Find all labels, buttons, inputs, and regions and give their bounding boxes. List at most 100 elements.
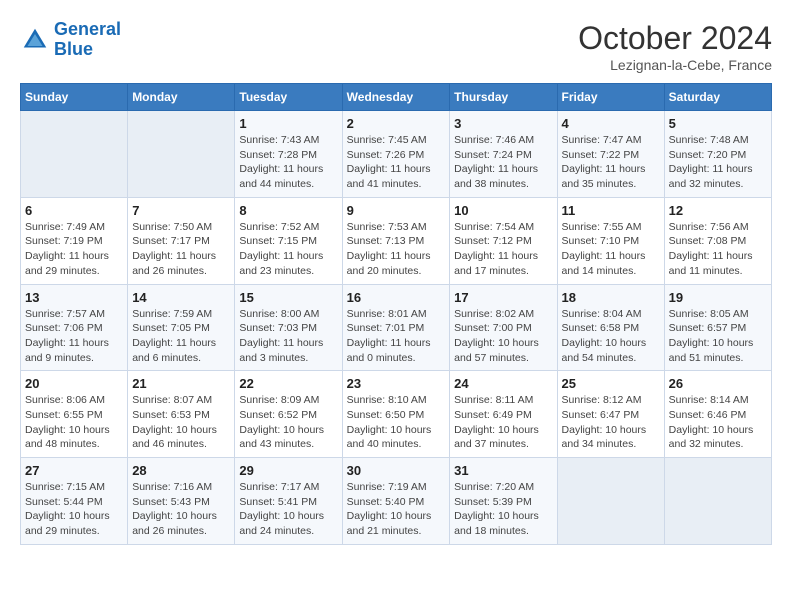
col-header-sunday: Sunday <box>21 84 128 111</box>
cell-info: Sunrise: 7:15 AMSunset: 5:44 PMDaylight:… <box>25 480 123 539</box>
day-number: 5 <box>669 116 767 131</box>
cell-info: Sunrise: 8:12 AMSunset: 6:47 PMDaylight:… <box>562 393 660 452</box>
day-number: 15 <box>239 290 337 305</box>
day-number: 31 <box>454 463 552 478</box>
cell-info: Sunrise: 7:57 AMSunset: 7:06 PMDaylight:… <box>25 307 123 366</box>
cell-info: Sunrise: 8:02 AMSunset: 7:00 PMDaylight:… <box>454 307 552 366</box>
calendar-cell: 17Sunrise: 8:02 AMSunset: 7:00 PMDayligh… <box>450 284 557 371</box>
week-row-5: 27 Sunrise: 7:15 AMSunset: 5:44 PMDayligh… <box>21 458 772 545</box>
cell-info: Sunrise: 7:20 AMSunset: 5:39 PMDaylight:… <box>454 480 552 539</box>
week-row-1: 1 Sunrise: 7:43 AMSunset: 7:28 PMDaylight… <box>21 111 772 198</box>
calendar-cell: 22 Sunrise: 8:09 AMSunset: 6:52 PMDayligh… <box>235 371 342 458</box>
day-number: 20 <box>25 376 123 391</box>
week-row-2: 6Sunrise: 7:49 AMSunset: 7:19 PMDaylight… <box>21 197 772 284</box>
calendar-cell: 28 Sunrise: 7:16 AMSunset: 5:43 PMDayligh… <box>128 458 235 545</box>
day-number: 4 <box>562 116 660 131</box>
week-row-3: 13 Sunrise: 7:57 AMSunset: 7:06 PMDayligh… <box>21 284 772 371</box>
logo-icon <box>20 25 50 55</box>
calendar-cell: 24 Sunrise: 8:11 AMSunset: 6:49 PMDayligh… <box>450 371 557 458</box>
cell-info: Sunrise: 7:19 AMSunset: 5:40 PMDaylight:… <box>347 480 446 539</box>
calendar-cell <box>21 111 128 198</box>
calendar-cell <box>128 111 235 198</box>
cell-info: Sunrise: 7:45 AMSunset: 7:26 PMDaylight:… <box>347 133 446 192</box>
day-number: 14 <box>132 290 230 305</box>
day-number: 29 <box>239 463 337 478</box>
day-number: 21 <box>132 376 230 391</box>
calendar-cell: 13 Sunrise: 7:57 AMSunset: 7:06 PMDayligh… <box>21 284 128 371</box>
day-number: 1 <box>239 116 337 131</box>
day-number: 24 <box>454 376 552 391</box>
cell-info: Sunrise: 7:52 AMSunset: 7:15 PMDaylight:… <box>239 220 337 279</box>
cell-info: Sunrise: 7:43 AMSunset: 7:28 PMDaylight:… <box>239 133 337 192</box>
cell-info: Sunrise: 8:04 AMSunset: 6:58 PMDaylight:… <box>562 307 660 366</box>
day-number: 9 <box>347 203 446 218</box>
cell-info: Sunrise: 8:07 AMSunset: 6:53 PMDaylight:… <box>132 393 230 452</box>
page-header: General Blue October 2024 Lezignan-la-Ce… <box>20 20 772 73</box>
calendar-table: SundayMondayTuesdayWednesdayThursdayFrid… <box>20 83 772 545</box>
day-number: 8 <box>239 203 337 218</box>
calendar-cell: 9 Sunrise: 7:53 AMSunset: 7:13 PMDaylight… <box>342 197 450 284</box>
day-number: 10 <box>454 203 552 218</box>
day-number: 3 <box>454 116 552 131</box>
calendar-cell: 3 Sunrise: 7:46 AMSunset: 7:24 PMDaylight… <box>450 111 557 198</box>
cell-info: Sunrise: 7:17 AMSunset: 5:41 PMDaylight:… <box>239 480 337 539</box>
calendar-cell: 11Sunrise: 7:55 AMSunset: 7:10 PMDayligh… <box>557 197 664 284</box>
cell-info: Sunrise: 7:50 AMSunset: 7:17 PMDaylight:… <box>132 220 230 279</box>
day-number: 25 <box>562 376 660 391</box>
cell-info: Sunrise: 8:11 AMSunset: 6:49 PMDaylight:… <box>454 393 552 452</box>
day-number: 23 <box>347 376 446 391</box>
day-number: 27 <box>25 463 123 478</box>
cell-info: Sunrise: 8:10 AMSunset: 6:50 PMDaylight:… <box>347 393 446 452</box>
week-row-4: 20 Sunrise: 8:06 AMSunset: 6:55 PMDayligh… <box>21 371 772 458</box>
location-subtitle: Lezignan-la-Cebe, France <box>578 57 772 73</box>
day-number: 2 <box>347 116 446 131</box>
month-title: October 2024 <box>578 20 772 57</box>
cell-info: Sunrise: 8:05 AMSunset: 6:57 PMDaylight:… <box>669 307 767 366</box>
day-number: 6 <box>25 203 123 218</box>
cell-info: Sunrise: 7:53 AMSunset: 7:13 PMDaylight:… <box>347 220 446 279</box>
logo-text: General Blue <box>54 20 121 60</box>
day-number: 26 <box>669 376 767 391</box>
cell-info: Sunrise: 8:14 AMSunset: 6:46 PMDaylight:… <box>669 393 767 452</box>
col-header-thursday: Thursday <box>450 84 557 111</box>
day-number: 22 <box>239 376 337 391</box>
calendar-cell: 1 Sunrise: 7:43 AMSunset: 7:28 PMDaylight… <box>235 111 342 198</box>
cell-info: Sunrise: 7:46 AMSunset: 7:24 PMDaylight:… <box>454 133 552 192</box>
calendar-cell: 23 Sunrise: 8:10 AMSunset: 6:50 PMDayligh… <box>342 371 450 458</box>
calendar-cell: 10Sunrise: 7:54 AMSunset: 7:12 PMDayligh… <box>450 197 557 284</box>
calendar-cell: 25 Sunrise: 8:12 AMSunset: 6:47 PMDayligh… <box>557 371 664 458</box>
calendar-cell: 16 Sunrise: 8:01 AMSunset: 7:01 PMDayligh… <box>342 284 450 371</box>
col-header-tuesday: Tuesday <box>235 84 342 111</box>
calendar-cell: 5 Sunrise: 7:48 AMSunset: 7:20 PMDaylight… <box>664 111 771 198</box>
day-number: 30 <box>347 463 446 478</box>
cell-info: Sunrise: 8:00 AMSunset: 7:03 PMDaylight:… <box>239 307 337 366</box>
title-block: October 2024 Lezignan-la-Cebe, France <box>578 20 772 73</box>
cell-info: Sunrise: 7:16 AMSunset: 5:43 PMDaylight:… <box>132 480 230 539</box>
calendar-cell: 8 Sunrise: 7:52 AMSunset: 7:15 PMDaylight… <box>235 197 342 284</box>
day-number: 12 <box>669 203 767 218</box>
cell-info: Sunrise: 8:01 AMSunset: 7:01 PMDaylight:… <box>347 307 446 366</box>
day-number: 13 <box>25 290 123 305</box>
cell-info: Sunrise: 7:48 AMSunset: 7:20 PMDaylight:… <box>669 133 767 192</box>
calendar-cell: 19 Sunrise: 8:05 AMSunset: 6:57 PMDayligh… <box>664 284 771 371</box>
cell-info: Sunrise: 8:09 AMSunset: 6:52 PMDaylight:… <box>239 393 337 452</box>
calendar-cell: 7Sunrise: 7:50 AMSunset: 7:17 PMDaylight… <box>128 197 235 284</box>
col-header-saturday: Saturday <box>664 84 771 111</box>
day-number: 16 <box>347 290 446 305</box>
cell-info: Sunrise: 8:06 AMSunset: 6:55 PMDaylight:… <box>25 393 123 452</box>
day-number: 19 <box>669 290 767 305</box>
calendar-cell: 30 Sunrise: 7:19 AMSunset: 5:40 PMDayligh… <box>342 458 450 545</box>
day-number: 18 <box>562 290 660 305</box>
calendar-cell: 15 Sunrise: 8:00 AMSunset: 7:03 PMDayligh… <box>235 284 342 371</box>
calendar-cell: 14 Sunrise: 7:59 AMSunset: 7:05 PMDayligh… <box>128 284 235 371</box>
col-header-friday: Friday <box>557 84 664 111</box>
col-header-monday: Monday <box>128 84 235 111</box>
calendar-cell: 18 Sunrise: 8:04 AMSunset: 6:58 PMDayligh… <box>557 284 664 371</box>
cell-info: Sunrise: 7:59 AMSunset: 7:05 PMDaylight:… <box>132 307 230 366</box>
calendar-cell: 2 Sunrise: 7:45 AMSunset: 7:26 PMDaylight… <box>342 111 450 198</box>
calendar-cell: 27 Sunrise: 7:15 AMSunset: 5:44 PMDayligh… <box>21 458 128 545</box>
calendar-cell <box>664 458 771 545</box>
cell-info: Sunrise: 7:47 AMSunset: 7:22 PMDaylight:… <box>562 133 660 192</box>
day-number: 28 <box>132 463 230 478</box>
col-header-wednesday: Wednesday <box>342 84 450 111</box>
